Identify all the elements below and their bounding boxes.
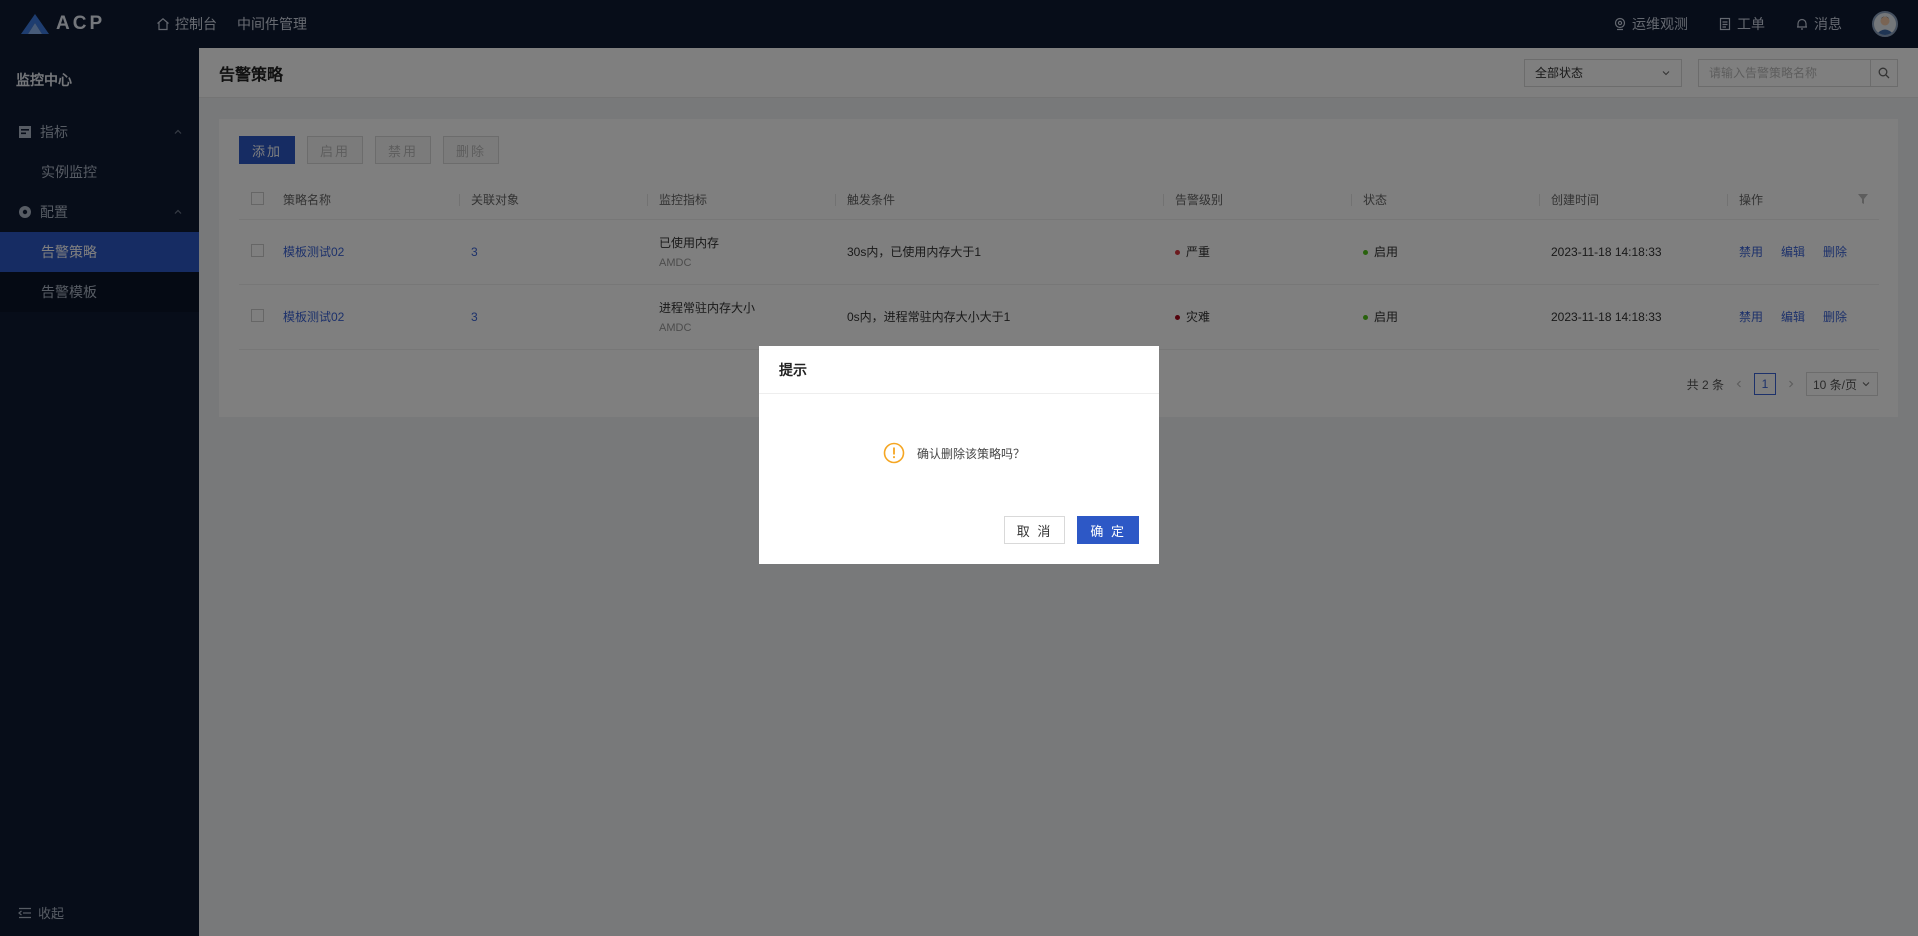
warning-icon (883, 442, 905, 464)
dialog-body: 确认删除该策略吗？ (883, 442, 1025, 464)
dialog-message: 确认删除该策略吗？ (917, 446, 1026, 461)
confirm-dialog: 提示 确认删除该策略吗？ 取 消 确 定 (759, 346, 1159, 564)
dialog-title: 提示 (759, 346, 1159, 394)
cancel-button[interactable]: 取 消 (1003, 516, 1066, 544)
confirm-button[interactable]: 确 定 (1077, 516, 1139, 544)
dialog-footer: 取 消 确 定 (1003, 516, 1139, 544)
